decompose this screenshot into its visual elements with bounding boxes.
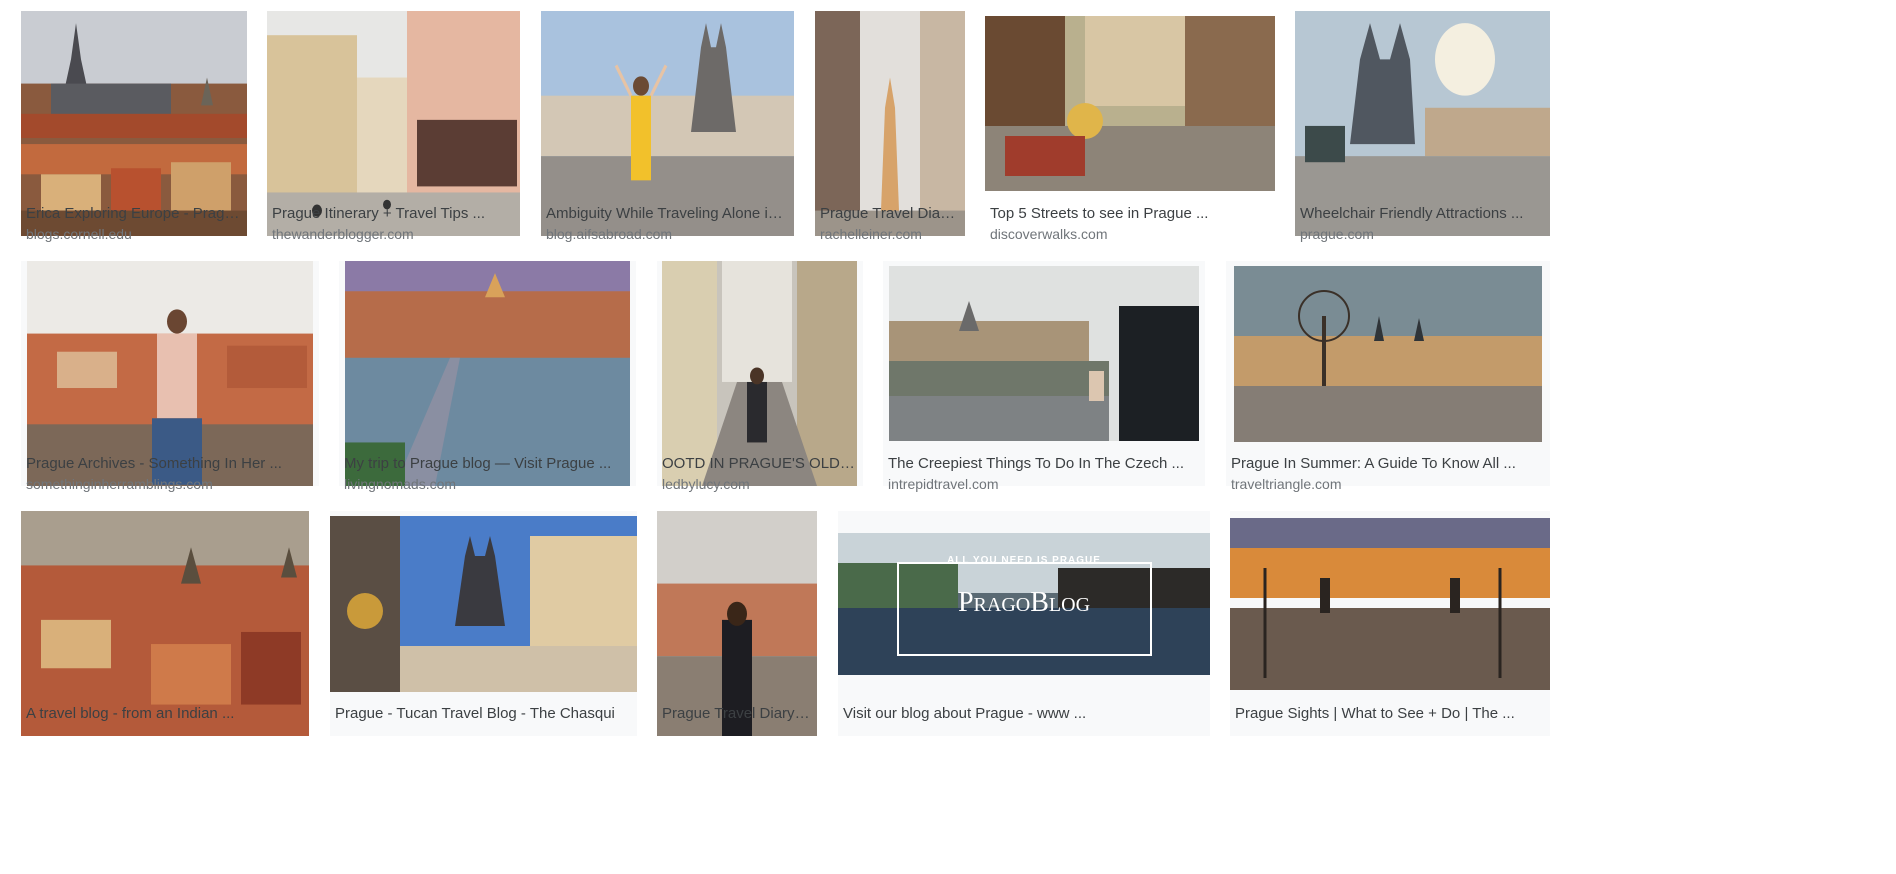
- astronomical-clock-square-image: [330, 516, 637, 692]
- woman-overlooking-city-image: [657, 511, 817, 736]
- charles-bridge-sunset-image: [1230, 518, 1550, 690]
- thumbnail[interactable]: [267, 11, 520, 236]
- result-title[interactable]: The Creepiest Things To Do In The Czech …: [888, 454, 1199, 474]
- result-source[interactable]: thewanderblogger.com: [272, 225, 514, 243]
- result-title[interactable]: Prague Itinerary + Travel Tips ...: [272, 204, 514, 224]
- result-title[interactable]: Prague Travel Diary — Ra...: [662, 704, 811, 724]
- result-title[interactable]: A travel blog - from an Indian ...: [26, 704, 303, 724]
- thumbnail[interactable]: [21, 11, 247, 236]
- result-title[interactable]: Prague Sights | What to See + Do | The .…: [1235, 704, 1544, 724]
- result-title[interactable]: Top 5 Streets to see in Prague ...: [990, 204, 1269, 224]
- old-town-palace-street-image: [267, 11, 520, 236]
- old-town-square-tyn-church-image: [1295, 11, 1550, 236]
- image-result[interactable]: Prague Sights | What to See + Do | The .…: [1230, 511, 1550, 751]
- result-title[interactable]: Prague Archives - Something In Her ...: [26, 454, 313, 474]
- woman-yellow-dress-square-image: [541, 11, 794, 236]
- thumbnail[interactable]: [1295, 11, 1550, 236]
- image-result[interactable]: Ambiguity While Traveling Alone in Pragu…: [541, 11, 794, 251]
- result-title[interactable]: Erica Exploring Europe - Prague Blog: [26, 204, 241, 224]
- result-source[interactable]: intrepidtravel.com: [888, 475, 1199, 493]
- thumbnail[interactable]: [657, 261, 863, 486]
- thumbnail[interactable]: [985, 16, 1275, 191]
- image-result[interactable]: Top 5 Streets to see in Prague ... disco…: [985, 11, 1275, 251]
- result-title[interactable]: Ambiguity While Traveling Alone in Pragu…: [546, 204, 788, 224]
- image-result[interactable]: Prague Archives - Something In Her ... s…: [21, 261, 319, 501]
- result-source[interactable]: somethinginherramblings.com: [26, 475, 313, 493]
- narrow-street-church-image: [815, 11, 965, 236]
- image-result[interactable]: A travel blog - from an Indian ...: [21, 511, 309, 751]
- woman-sitting-rooftops-image: [27, 261, 313, 486]
- thumbnail[interactable]: [541, 11, 794, 236]
- woman-photographing-bridge-image: [889, 266, 1199, 441]
- result-source[interactable]: rachelleiner.com: [820, 225, 959, 243]
- cafe-street-image: [985, 16, 1275, 191]
- red-roofs-cityscape-image: [21, 511, 309, 736]
- thumbnail[interactable]: [1230, 511, 1550, 736]
- image-result[interactable]: Prague In Summer: A Guide To Know All ..…: [1226, 261, 1550, 501]
- banner-tagline: ALL YOU NEED IS PRAGUE: [947, 555, 1101, 566]
- result-title[interactable]: Prague Travel Diary — ...: [820, 204, 959, 224]
- result-title[interactable]: Prague - Tucan Travel Blog - The Chasqui: [335, 704, 631, 724]
- thumbnail[interactable]: [330, 511, 637, 736]
- image-result[interactable]: ALL YOU NEED IS PRAGUE PragoBlog Visit o…: [838, 511, 1210, 751]
- thumbnail[interactable]: [657, 511, 817, 736]
- image-result[interactable]: Wheelchair Friendly Attractions ... prag…: [1295, 11, 1550, 251]
- castle-square-tree-image: [1234, 266, 1542, 442]
- image-result[interactable]: My trip to Prague blog — Visit Prague ..…: [339, 261, 636, 501]
- image-result[interactable]: Prague Travel Diary — Ra...: [657, 511, 817, 751]
- result-title[interactable]: My trip to Prague blog — Visit Prague ..…: [344, 454, 630, 474]
- result-title[interactable]: Prague In Summer: A Guide To Know All ..…: [1231, 454, 1544, 474]
- image-result[interactable]: OOTD IN PRAGUE'S OLD TOWN - ... ledbyluc…: [657, 261, 863, 501]
- prague-castle-panorama-image: [21, 11, 247, 236]
- result-title[interactable]: OOTD IN PRAGUE'S OLD TOWN - ...: [662, 454, 857, 474]
- thumbnail[interactable]: [21, 511, 309, 736]
- result-source[interactable]: ledbylucy.com: [662, 475, 857, 493]
- image-result[interactable]: Prague - Tucan Travel Blog - The Chasqui: [330, 511, 637, 751]
- result-title[interactable]: Visit our blog about Prague - www ...: [843, 704, 1204, 724]
- result-source[interactable]: blog.aifsabroad.com: [546, 225, 788, 243]
- image-result[interactable]: The Creepiest Things To Do In The Czech …: [883, 261, 1205, 501]
- result-source[interactable]: prague.com: [1300, 225, 1544, 243]
- result-source[interactable]: livingnomads.com: [344, 475, 630, 493]
- prago-blog-banner-image: ALL YOU NEED IS PRAGUE PragoBlog: [838, 533, 1210, 675]
- thumbnail[interactable]: [883, 261, 1205, 486]
- result-source[interactable]: blogs.cornell.edu: [26, 225, 241, 243]
- thumbnail[interactable]: [21, 261, 319, 486]
- thumbnail[interactable]: [1226, 261, 1550, 486]
- woman-cobblestone-alley-image: [662, 261, 857, 486]
- thumbnail[interactable]: [339, 261, 636, 486]
- thumbnail[interactable]: ALL YOU NEED IS PRAGUE PragoBlog: [838, 511, 1210, 736]
- charles-bridge-aerial-image: [345, 261, 630, 486]
- result-source[interactable]: discoverwalks.com: [990, 225, 1269, 243]
- image-result[interactable]: Prague Travel Diary — ... rachelleiner.c…: [815, 11, 965, 251]
- image-result[interactable]: Erica Exploring Europe - Prague Blog blo…: [21, 11, 247, 251]
- result-title[interactable]: Wheelchair Friendly Attractions ...: [1300, 204, 1544, 224]
- thumbnail[interactable]: [815, 11, 965, 236]
- image-result[interactable]: Prague Itinerary + Travel Tips ... thewa…: [267, 11, 520, 251]
- banner-logo: PragoBlog: [957, 587, 1091, 618]
- result-source[interactable]: traveltriangle.com: [1231, 475, 1544, 493]
